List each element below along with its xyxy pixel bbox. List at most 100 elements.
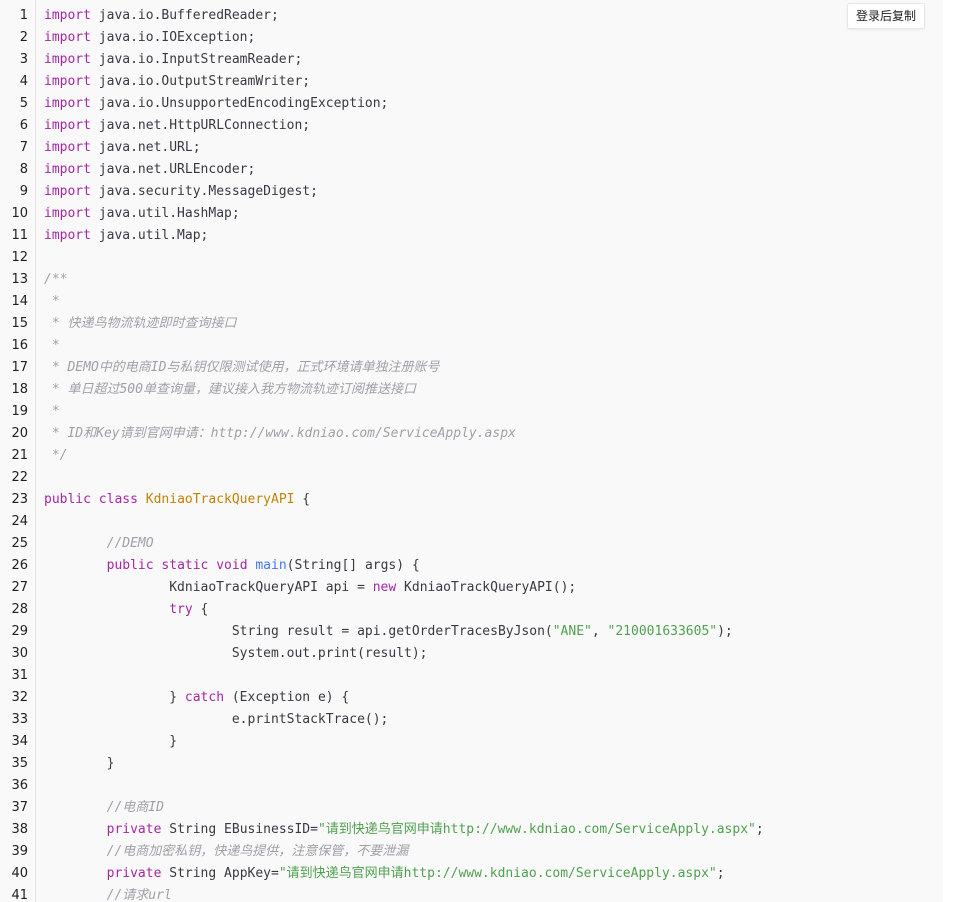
- line-number: 35: [11, 756, 28, 771]
- code-text: e.printStackTrace();: [28, 709, 389, 731]
- code-line: 23 public class KdniaoTrackQueryAPI {: [0, 489, 943, 511]
- code-text: *: [28, 291, 60, 313]
- line-number: 15: [11, 316, 28, 331]
- code-line: 12: [0, 247, 943, 269]
- string-token: "ANE": [552, 624, 592, 639]
- keyword-token: static: [161, 558, 209, 573]
- line-number: 31: [11, 668, 28, 683]
- line-number: 7: [19, 140, 28, 155]
- code-text: //电商加密私钥，快递鸟提供，注意保管，不要泄漏: [28, 841, 409, 863]
- line-number: 17: [11, 360, 28, 375]
- keyword-token: import: [44, 184, 91, 199]
- comment-token: * ID和Key请到官网申请：http://www.kdniao.com/Ser…: [44, 426, 516, 441]
- code-line: 24: [0, 511, 943, 533]
- line-number: 9: [19, 184, 28, 199]
- code-text: *: [28, 335, 60, 357]
- code-token: java.security.MessageDigest;: [90, 184, 318, 199]
- code-text: public class KdniaoTrackQueryAPI {: [28, 489, 310, 511]
- code-token: java.net.URLEncoder;: [90, 162, 256, 177]
- line-number: 36: [11, 778, 28, 793]
- keyword-token: try: [169, 602, 193, 617]
- comment-token: /**: [44, 272, 68, 287]
- code-token: {: [192, 602, 209, 617]
- code-token: java.io.BufferedReader;: [90, 8, 279, 23]
- code-line: 37 //电商ID: [0, 797, 943, 819]
- line-number: 14: [11, 294, 28, 309]
- code-line: 26 public static void main(String[] args…: [0, 555, 943, 577]
- code-text: private String AppKey="请到快递鸟官网申请http://w…: [28, 863, 725, 885]
- code-text: import java.net.URL;: [28, 137, 201, 159]
- line-number: 4: [19, 74, 28, 89]
- copy-after-login-button[interactable]: 登录后复制: [846, 3, 925, 29]
- code-text: }: [28, 731, 177, 753]
- code-line: 39 //电商加密私钥，快递鸟提供，注意保管，不要泄漏: [0, 841, 943, 863]
- code-text: //电商ID: [28, 797, 164, 819]
- string-token: "请到快递鸟官网申请http://www.kdniao.com/ServiceA…: [278, 866, 717, 881]
- code-token: java.io.InputStreamReader;: [90, 52, 303, 67]
- code-line: 41 //请求url: [0, 885, 943, 902]
- code-token: ;: [716, 866, 725, 881]
- keyword-token: import: [44, 206, 91, 221]
- comment-token: */: [44, 448, 68, 463]
- keyword-token: public: [44, 492, 91, 507]
- line-number: 6: [19, 118, 28, 133]
- code-text: String result = api.getOrderTracesByJson…: [28, 621, 733, 643]
- code-line: 6 import java.net.HttpURLConnection;: [0, 115, 943, 137]
- string-token: "请到快递鸟官网申请http://www.kdniao.com/ServiceA…: [317, 822, 756, 837]
- line-number: 39: [11, 844, 28, 859]
- code-text: private String EBusinessID="请到快递鸟官网申请htt…: [28, 819, 764, 841]
- code-token: ,: [591, 624, 608, 639]
- comment-token: * 快递鸟物流轨迹即时查询接口: [44, 316, 237, 331]
- code-lines: 1 import java.io.BufferedReader; 2 import j…: [0, 5, 943, 902]
- comment-token: *: [44, 294, 60, 309]
- line-number: 21: [11, 448, 28, 463]
- code-line: 7 import java.net.URL;: [0, 137, 943, 159]
- code-line: 38 private String EBusinessID="请到快递鸟官网申请…: [0, 819, 943, 841]
- code-line: 22: [0, 467, 943, 489]
- code-line: 21 */: [0, 445, 943, 467]
- code-token: );: [717, 624, 733, 639]
- code-token: (String[] args) {: [286, 558, 420, 573]
- code-token: }: [44, 756, 115, 771]
- keyword-token: catch: [184, 690, 225, 705]
- line-number: 20: [11, 426, 28, 441]
- line-number: 16: [11, 338, 28, 353]
- code-token: java.io.OutputStreamWriter;: [90, 74, 311, 89]
- keyword-token: import: [44, 96, 91, 111]
- code-line: 28 try {: [0, 599, 943, 621]
- code-text: KdniaoTrackQueryAPI api = new KdniaoTrac…: [28, 577, 576, 599]
- line-number: 22: [11, 470, 28, 485]
- code-text: //DEMO: [28, 533, 154, 555]
- code-line: 9 import java.security.MessageDigest;: [0, 181, 943, 203]
- function-name-token: main: [255, 558, 287, 573]
- comment-token: //电商加密私钥，快递鸟提供，注意保管，不要泄漏: [106, 844, 409, 859]
- code-token: java.util.HashMap;: [90, 206, 240, 221]
- code-block: 1 import java.io.BufferedReader; 2 import j…: [0, 0, 943, 902]
- comment-token: //DEMO: [106, 536, 154, 551]
- comment-token: *: [44, 338, 60, 353]
- code-token: java.net.HttpURLConnection;: [90, 118, 311, 133]
- code-line: 4 import java.io.OutputStreamWriter;: [0, 71, 943, 93]
- string-token: "210001633605": [607, 624, 718, 639]
- code-line: 18 * 单日超过500单查询量，建议接入我方物流轨迹订阅推送接口: [0, 379, 943, 401]
- code-text: }: [28, 753, 115, 775]
- keyword-token: import: [44, 140, 91, 155]
- keyword-token: import: [44, 74, 91, 89]
- code-token: (Exception e) {: [224, 690, 350, 705]
- code-line: 2 import java.io.IOException;: [0, 27, 943, 49]
- code-line: 30 System.out.print(result);: [0, 643, 943, 665]
- line-number: 1: [19, 8, 28, 23]
- code-token: java.io.IOException;: [90, 30, 256, 45]
- line-number: 10: [11, 206, 28, 221]
- line-number: 32: [11, 690, 28, 705]
- line-number: 2: [19, 30, 28, 45]
- keyword-token: private: [106, 866, 162, 881]
